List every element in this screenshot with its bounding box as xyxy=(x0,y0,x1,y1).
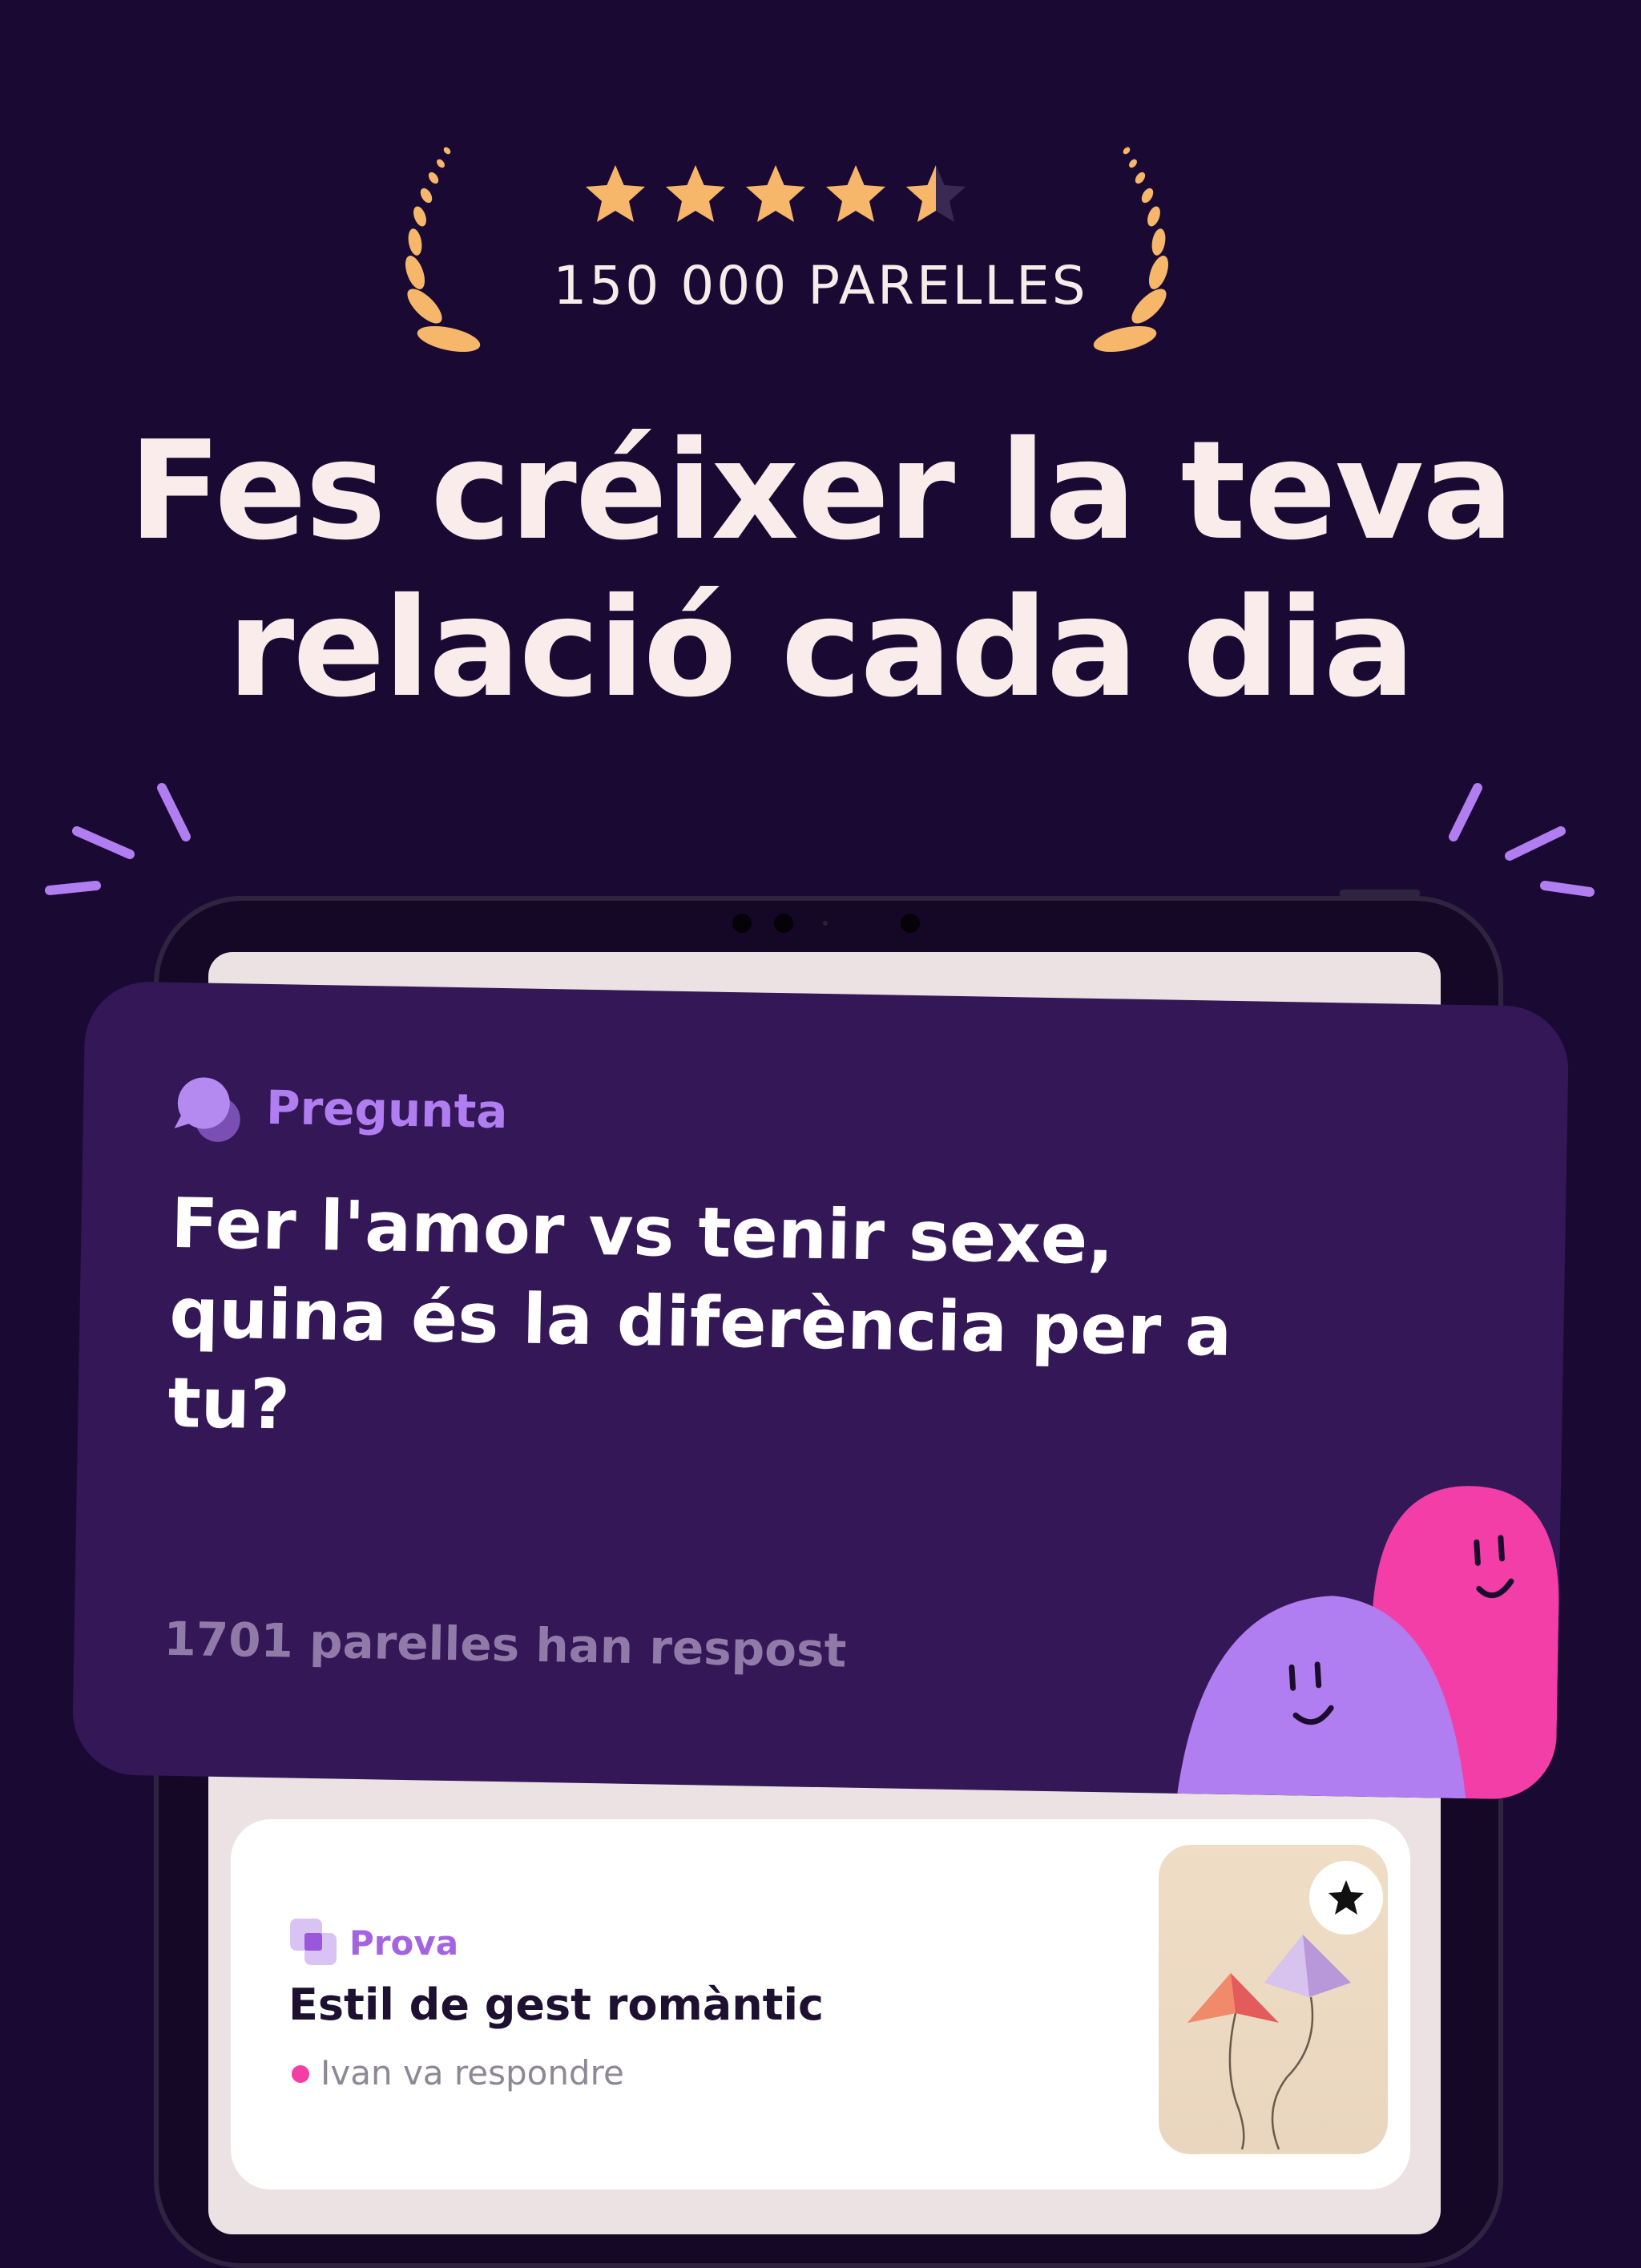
star-icon xyxy=(666,165,725,222)
star-half-icon xyxy=(906,165,966,222)
star-icon xyxy=(586,165,645,222)
smiling-blobs-illustration xyxy=(1177,1486,1559,1801)
star-icon xyxy=(746,165,805,222)
prova-label: Prova xyxy=(349,1923,459,1963)
answered-count: 1701 parelles han respost xyxy=(163,1611,847,1678)
tablet-cameras xyxy=(732,914,920,933)
headline-line-2: relació cada dia xyxy=(227,569,1416,728)
prova-title: Estil de gest romàntic xyxy=(288,1979,824,2030)
prova-card[interactable]: Prova Estil de gest romàntic Ivan va res… xyxy=(231,1819,1410,2189)
prova-squares-icon xyxy=(290,1919,337,1965)
question-card[interactable]: Pregunta Fer l'amor vs tenir sexe, quina… xyxy=(71,980,1570,1801)
star-icon xyxy=(826,165,885,222)
laurel-right-icon xyxy=(1093,147,1169,353)
page-headline: Fes créixer la teva relació cada dia xyxy=(0,413,1641,727)
question-type-label: Pregunta xyxy=(265,1080,509,1140)
laurel-left-icon xyxy=(405,147,481,353)
status-dot xyxy=(292,2065,309,2083)
tablet-side-button xyxy=(1340,890,1420,898)
star-rating xyxy=(586,165,966,222)
favorite-star-icon xyxy=(1329,1880,1364,1915)
couples-count: 150 000 PARELLES xyxy=(553,255,1088,317)
prova-status: Ivan va respondre xyxy=(321,2053,624,2092)
favorite-button[interactable] xyxy=(1309,1861,1383,1935)
chat-bubbles-icon xyxy=(174,1077,240,1142)
headline-line-1: Fes créixer la teva xyxy=(128,412,1514,571)
question-text: Fer l'amor vs tenir sexe, quina és la di… xyxy=(167,1183,1233,1446)
